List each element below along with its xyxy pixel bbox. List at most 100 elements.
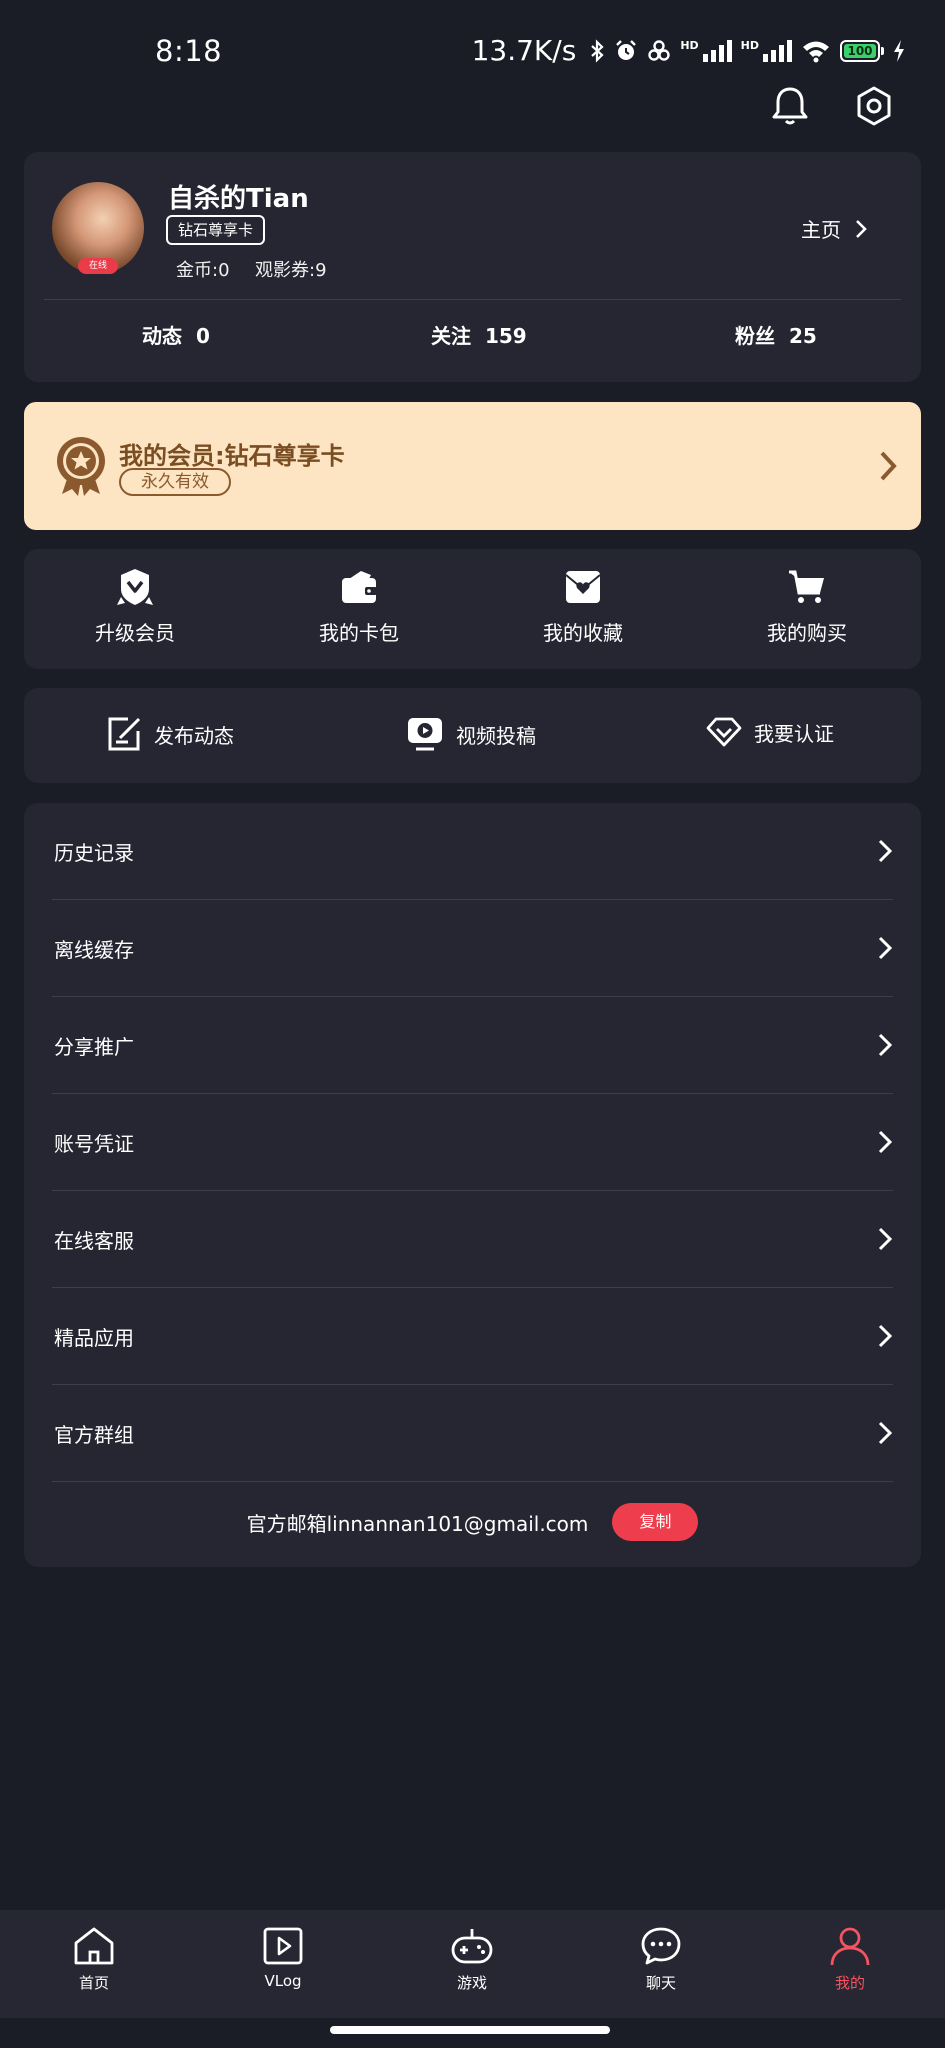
menu-item-history[interactable]: 历史记录 [52,803,893,900]
stat-posts[interactable]: 动态 0 [142,320,210,349]
stat-label: 关注 [431,324,471,348]
profile-card: 在线 自杀的Tian 钻石尊享卡 金币:0 观影券:9 主页 动态 0 关注 1… [24,152,921,382]
menu-item-featured-apps[interactable]: 精品应用 [52,1288,893,1385]
menu-item-label: 分享推广 [54,1034,134,1059]
nav-label: VLog [264,1972,302,1990]
nav-profile[interactable]: 我的 [795,1926,905,1993]
battery-icon: 100 [840,39,884,62]
vip-upgrade-icon [117,569,153,605]
official-email: 官方邮箱linnannan101@gmail.com [246,1511,589,1536]
homepage-link[interactable]: 主页 [801,214,867,243]
nav-label: 游戏 [456,1974,487,1992]
video-upload-icon [408,718,442,751]
gamepad-icon [451,1929,493,1964]
action-publish-post[interactable]: 发布动态 [106,716,234,752]
home-icon [74,1927,114,1965]
nav-label: 聊天 [645,1974,676,1992]
alarm-icon [616,39,637,60]
chat-icon [641,1927,681,1965]
wallet-icon [342,571,377,603]
chevron-right-icon [878,1033,893,1057]
coins-label: 金币:0 [176,260,230,281]
home-indicator[interactable] [330,2026,610,2034]
nav-games[interactable]: 游戏 [417,1926,527,1993]
grid-item-upgrade-vip[interactable]: 升级会员 [55,567,215,646]
charging-icon [894,39,904,62]
chevron-right-icon [878,1324,893,1348]
grid-item-label: 我的购买 [767,621,847,645]
grid-item-favorites[interactable]: 我的收藏 [503,567,663,646]
stat-label: 粉丝 [735,324,775,348]
bell-icon[interactable] [768,84,812,128]
grid-item-wallet[interactable]: 我的卡包 [279,567,439,646]
battery-level: 100 [844,43,876,58]
signal-icon: HD [741,39,792,62]
membership-card[interactable]: 我的会员:钻石尊享卡 永久有效 [24,402,921,530]
status-bar: 8:18 13.7K/s HD HD 100 [0,0,945,80]
menu-item-offline-cache[interactable]: 离线缓存 [52,900,893,997]
stat-label: 动态 [142,324,182,348]
menu-item-label: 在线客服 [54,1228,134,1253]
cart-icon [789,570,824,603]
menu-item-label: 账号凭证 [54,1131,134,1156]
wifi-icon [803,41,829,62]
user-icon [830,1927,870,1966]
chevron-right-icon [878,839,893,863]
grid-item-purchases[interactable]: 我的购买 [727,567,887,646]
nav-label: 我的 [834,1974,865,1992]
link-icon [648,39,671,61]
stat-value: 159 [484,324,527,348]
chevron-right-icon [880,451,897,481]
stat-following[interactable]: 关注 159 [431,320,527,349]
vip-tag: 钻石尊享卡 [166,215,266,245]
stat-followers[interactable]: 粉丝 25 [735,320,817,349]
chevron-right-icon [878,936,893,960]
menu-item-account-credential[interactable]: 账号凭证 [52,1094,893,1191]
menu-item-label: 精品应用 [54,1325,134,1350]
settings-menu: 历史记录 离线缓存 分享推广 账号凭证 在线客服 精品应用 官方群组 官方邮箱l… [24,803,921,1567]
menu-item-customer-service[interactable]: 在线客服 [52,1191,893,1288]
menu-item-official-groups[interactable]: 官方群组 [52,1385,893,1482]
edit-icon [108,717,141,751]
online-badge: 在线 [78,258,118,274]
action-label: 发布动态 [154,723,234,748]
settings-icon[interactable] [852,84,896,128]
favorites-icon [565,571,601,603]
homepage-label: 主页 [801,218,841,242]
menu-item-label: 离线缓存 [54,937,134,962]
action-label: 视频投稿 [456,723,536,748]
signal-icon: HD [680,39,732,62]
menu-item-label: 官方群组 [54,1422,134,1447]
chevron-right-icon [878,1130,893,1154]
stat-value: 25 [788,324,817,348]
membership-validity: 永久有效 [119,468,231,496]
grid-item-label: 升级会员 [95,621,175,645]
menu-item-label: 历史记录 [54,840,134,865]
membership-title: 我的会员:钻石尊享卡 [119,442,345,470]
chevron-right-icon [878,1421,893,1445]
stat-value: 0 [195,324,210,348]
action-label: 我要认证 [754,721,834,746]
action-verify[interactable]: 我要认证 [706,716,834,748]
medal-icon [57,437,105,496]
menu-item-share[interactable]: 分享推广 [52,997,893,1094]
copy-email-button[interactable]: 复制 [612,1503,699,1541]
bottom-nav: 首页 VLog 游戏 聊天 我的 [0,1910,945,2018]
nav-label: 首页 [78,1974,109,1992]
nav-home[interactable]: 首页 [39,1926,149,1993]
grid-item-label: 我的卡包 [319,621,399,645]
network-speed: 13.7K/s [471,34,577,67]
status-indicators: 13.7K/s HD HD 100 [472,34,905,67]
nav-vlog[interactable]: VLog [228,1926,338,1990]
official-email-row: 官方邮箱linnannan101@gmail.com 复制 [24,1503,921,1541]
play-icon [263,1927,303,1965]
chevron-right-icon [878,1227,893,1251]
action-video-upload[interactable]: 视频投稿 [406,716,536,752]
grid-item-label: 我的收藏 [543,621,623,645]
diamond-icon [706,717,742,747]
bluetooth-icon [591,38,604,63]
status-time: 8:18 [155,34,223,68]
chevron-right-icon [856,219,867,238]
username: 自杀的Tian [168,184,309,214]
nav-chat[interactable]: 聊天 [606,1926,716,1993]
